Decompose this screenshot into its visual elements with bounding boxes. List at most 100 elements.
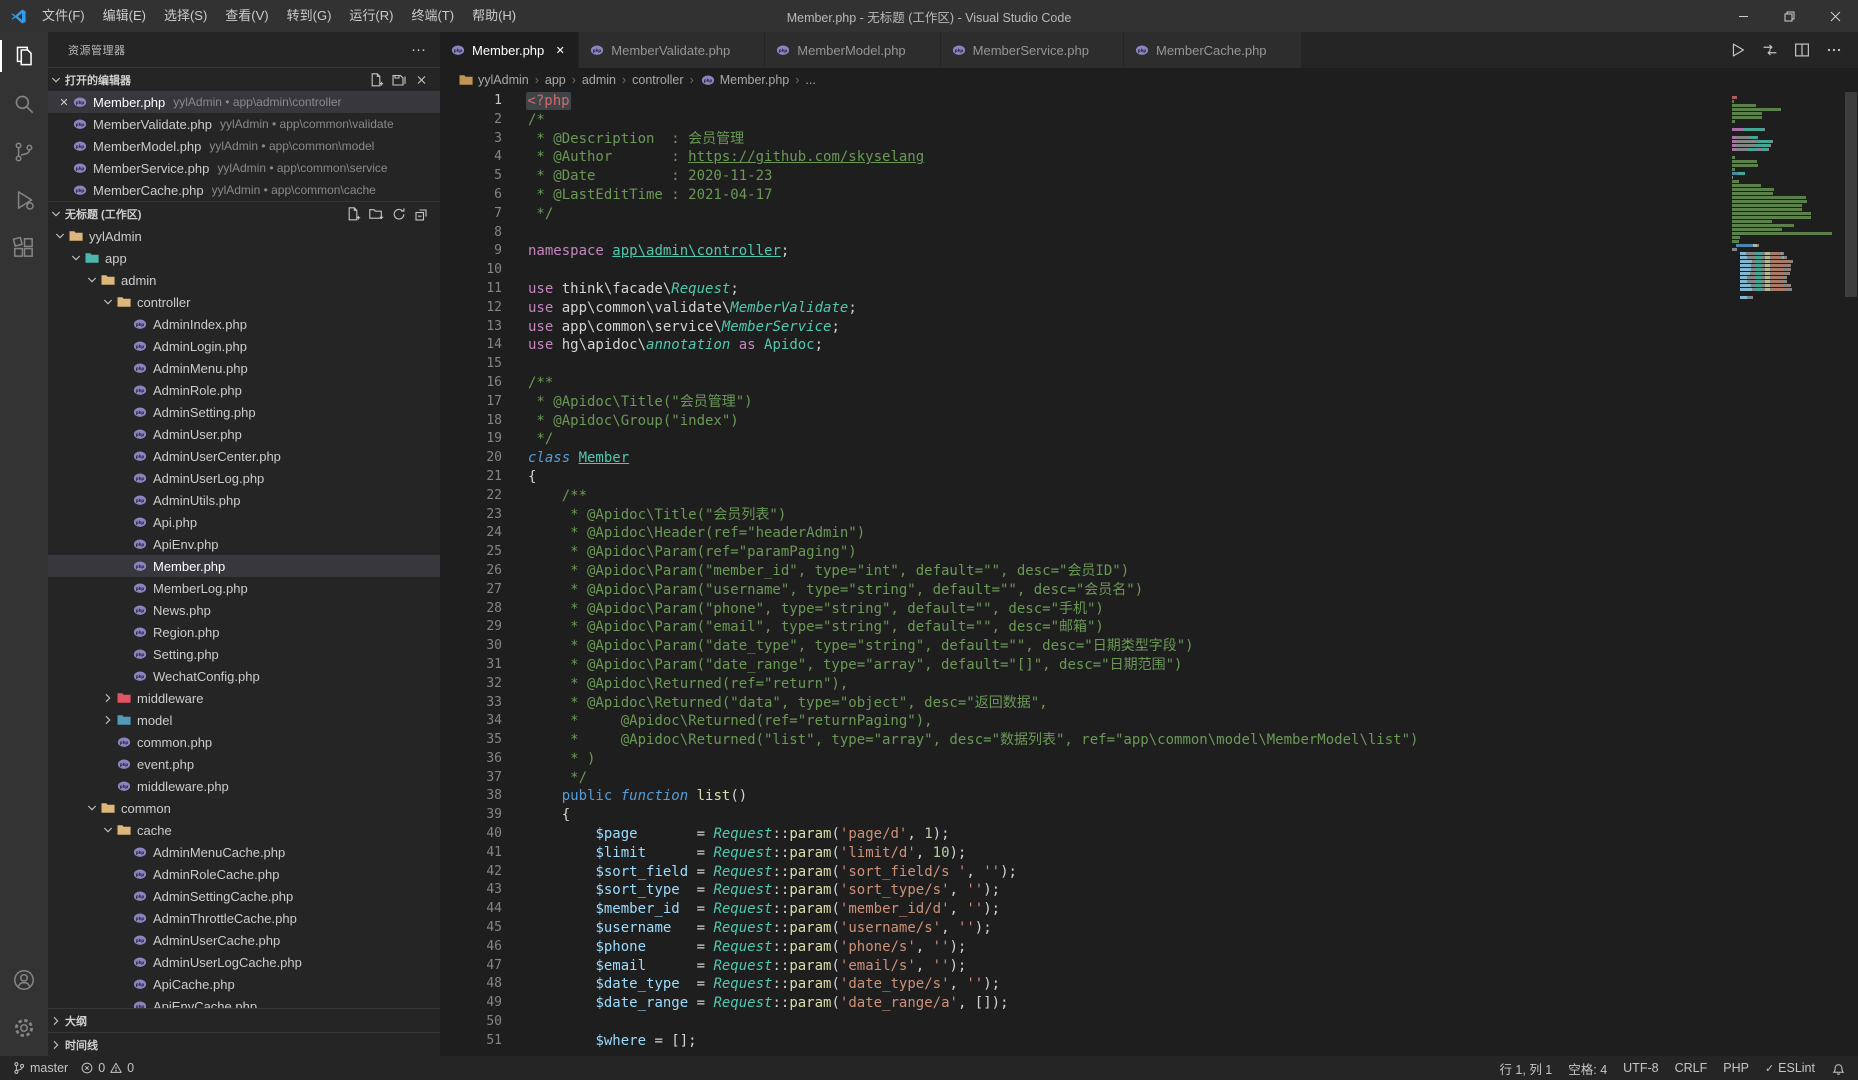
breadcrumb-item[interactable]: ... xyxy=(805,73,815,87)
code-line[interactable]: 31 * @Apidoc\Param("date_range", type="a… xyxy=(440,656,1726,675)
menu-item[interactable]: 文件(F) xyxy=(33,0,94,32)
code-line[interactable]: 2/* xyxy=(440,111,1726,130)
code-line[interactable]: 36 * ) xyxy=(440,750,1726,769)
refresh-explorer-icon[interactable] xyxy=(391,206,407,222)
tree-folder-cache[interactable]: cache xyxy=(48,819,440,841)
tab-membervalidate.php[interactable]: phpMemberValidate.php xyxy=(579,32,765,68)
code-line[interactable]: 15 xyxy=(440,355,1726,374)
open-changes-icon[interactable] xyxy=(1760,40,1780,60)
code-line[interactable]: 37 */ xyxy=(440,769,1726,788)
tree-file-adminuserlogcache.php[interactable]: phpAdminUserLogCache.php xyxy=(48,951,440,973)
code-line[interactable]: 23 * @Apidoc\Title("会员列表") xyxy=(440,506,1726,525)
menu-item[interactable]: 选择(S) xyxy=(155,0,216,32)
tree-file-adminutils.php[interactable]: phpAdminUtils.php xyxy=(48,489,440,511)
code-line[interactable]: 41 $limit = Request::param('limit/d', 10… xyxy=(440,844,1726,863)
code-line[interactable]: 4 * @Author : https://github.com/skysela… xyxy=(440,148,1726,167)
code-line[interactable]: 17 * @Apidoc\Title("会员管理") xyxy=(440,393,1726,412)
tree-file-event.php[interactable]: phpevent.php xyxy=(48,753,440,775)
code-line[interactable]: 35 * @Apidoc\Returned("list", type="arra… xyxy=(440,731,1726,750)
menu-item[interactable]: 查看(V) xyxy=(216,0,277,32)
code-line[interactable]: 30 * @Apidoc\Param("date_type", type="st… xyxy=(440,637,1726,656)
tab-membercache.php[interactable]: phpMemberCache.php xyxy=(1124,32,1302,68)
tree-file-setting.php[interactable]: phpSetting.php xyxy=(48,643,440,665)
code-line[interactable]: 14use hg\apidoc\annotation as Apidoc; xyxy=(440,336,1726,355)
tree-file-memberlog.php[interactable]: phpMemberLog.php xyxy=(48,577,440,599)
code-line[interactable]: 44 $member_id = Request::param('member_i… xyxy=(440,900,1726,919)
tree-file-adminuser.php[interactable]: phpAdminUser.php xyxy=(48,423,440,445)
tree-file-adminuserlog.php[interactable]: phpAdminUserLog.php xyxy=(48,467,440,489)
scrollbar-thumb[interactable] xyxy=(1845,92,1857,297)
restore-button[interactable] xyxy=(1766,0,1812,32)
tree-file-adminlogin.php[interactable]: phpAdminLogin.php xyxy=(48,335,440,357)
editor-scrollbar[interactable] xyxy=(1844,92,1858,1056)
code-line[interactable]: 10 xyxy=(440,261,1726,280)
code-line[interactable]: 16/** xyxy=(440,374,1726,393)
tree-folder-model[interactable]: model xyxy=(48,709,440,731)
open-editors-header[interactable]: 打开的编辑器 xyxy=(48,67,440,91)
code-line[interactable]: 3 * @Description : 会员管理 xyxy=(440,130,1726,149)
code-editor[interactable]: 1<?php2/*3 * @Description : 会员管理4 * @Aut… xyxy=(440,92,1858,1056)
breadcrumb-item[interactable]: app xyxy=(545,73,566,87)
explorer-more-actions-icon[interactable]: ··· xyxy=(411,41,426,58)
tree-file-region.php[interactable]: phpRegion.php xyxy=(48,621,440,643)
open-editor-item[interactable]: ✕phpMember.phpyylAdmin • app\admin\contr… xyxy=(48,91,440,113)
close-all-editors-icon[interactable] xyxy=(414,72,430,88)
tree-file-adminrolecache.php[interactable]: phpAdminRoleCache.php xyxy=(48,863,440,885)
save-all-icon[interactable] xyxy=(391,72,407,88)
tree-folder-common[interactable]: common xyxy=(48,797,440,819)
outline-header[interactable]: 大纲 xyxy=(48,1008,440,1032)
tree-file-apicache.php[interactable]: phpApiCache.php xyxy=(48,973,440,995)
code-line[interactable]: 13use app\common\service\MemberService; xyxy=(440,318,1726,337)
indentation[interactable]: 空格: 4 xyxy=(1568,1059,1607,1078)
run-and-debug-icon[interactable] xyxy=(0,176,48,224)
tree-folder-middleware[interactable]: middleware xyxy=(48,687,440,709)
cursor-position[interactable]: 行 1, 列 1 xyxy=(1499,1059,1552,1078)
code-line[interactable]: 27 * @Apidoc\Param("username", type="str… xyxy=(440,581,1726,600)
menu-item[interactable]: 帮助(H) xyxy=(463,0,525,32)
tree-file-apienvcache.php[interactable]: phpApiEnvCache.php xyxy=(48,995,440,1008)
accounts-icon[interactable] xyxy=(0,956,48,1004)
minimap[interactable] xyxy=(1732,94,1844,300)
extensions-icon[interactable] xyxy=(0,224,48,272)
open-editor-item[interactable]: phpMemberCache.phpyylAdmin • app\common\… xyxy=(48,179,440,201)
code-line[interactable]: 19 */ xyxy=(440,430,1726,449)
settings-gear-icon[interactable] xyxy=(0,1004,48,1052)
code-line[interactable]: 25 * @Apidoc\Param(ref="paramPaging") xyxy=(440,543,1726,562)
menu-item[interactable]: 终端(T) xyxy=(402,0,463,32)
code-line[interactable]: 34 * @Apidoc\Returned(ref="returnPaging"… xyxy=(440,712,1726,731)
notifications-bell-icon[interactable] xyxy=(1831,1061,1846,1076)
tree-file-adminusercenter.php[interactable]: phpAdminUserCenter.php xyxy=(48,445,440,467)
tree-folder-app[interactable]: app xyxy=(48,247,440,269)
close-button[interactable] xyxy=(1812,0,1858,32)
tree-file-common.php[interactable]: phpcommon.php xyxy=(48,731,440,753)
tree-file-member.php[interactable]: phpMember.php xyxy=(48,555,440,577)
minimize-button[interactable] xyxy=(1720,0,1766,32)
code-line[interactable]: 6 * @LastEditTime : 2021-04-17 xyxy=(440,186,1726,205)
code-line[interactable]: 22 /** xyxy=(440,487,1726,506)
code-line[interactable]: 47 $email = Request::param('email/s', ''… xyxy=(440,957,1726,976)
search-icon[interactable] xyxy=(0,80,48,128)
tab-memberservice.php[interactable]: phpMemberService.php xyxy=(941,32,1124,68)
menu-item[interactable]: 转到(G) xyxy=(278,0,341,32)
breadcrumb-item[interactable]: yylAdmin xyxy=(458,72,529,88)
code-line[interactable]: 29 * @Apidoc\Param("email", type="string… xyxy=(440,618,1726,637)
tree-file-adminsetting.php[interactable]: phpAdminSetting.php xyxy=(48,401,440,423)
code-line[interactable]: 38 public function list() xyxy=(440,787,1726,806)
tree-file-adminthrottlecache.php[interactable]: phpAdminThrottleCache.php xyxy=(48,907,440,929)
open-editor-item[interactable]: phpMemberModel.phpyylAdmin • app\common\… xyxy=(48,135,440,157)
tree-file-wechatconfig.php[interactable]: phpWechatConfig.php xyxy=(48,665,440,687)
code-line[interactable]: 33 * @Apidoc\Returned("data", type="obje… xyxy=(440,694,1726,713)
code-line[interactable]: 49 $date_range = Request::param('date_ra… xyxy=(440,994,1726,1013)
tree-folder-yyladmin[interactable]: yylAdmin xyxy=(48,225,440,247)
code-line[interactable]: 8 xyxy=(440,224,1726,243)
new-folder-icon[interactable] xyxy=(368,206,384,222)
explorer-icon[interactable] xyxy=(0,32,48,80)
tab-membermodel.php[interactable]: phpMemberModel.php xyxy=(765,32,940,68)
code-line[interactable]: 46 $phone = Request::param('phone/s', ''… xyxy=(440,938,1726,957)
tree-file-api.php[interactable]: phpApi.php xyxy=(48,511,440,533)
tree-file-adminsettingcache.php[interactable]: phpAdminSettingCache.php xyxy=(48,885,440,907)
code-line[interactable]: 45 $username = Request::param('username/… xyxy=(440,919,1726,938)
code-line[interactable]: 39 { xyxy=(440,806,1726,825)
code-line[interactable]: 12use app\common\validate\MemberValidate… xyxy=(440,299,1726,318)
code-line[interactable]: 11use think\facade\Request; xyxy=(440,280,1726,299)
